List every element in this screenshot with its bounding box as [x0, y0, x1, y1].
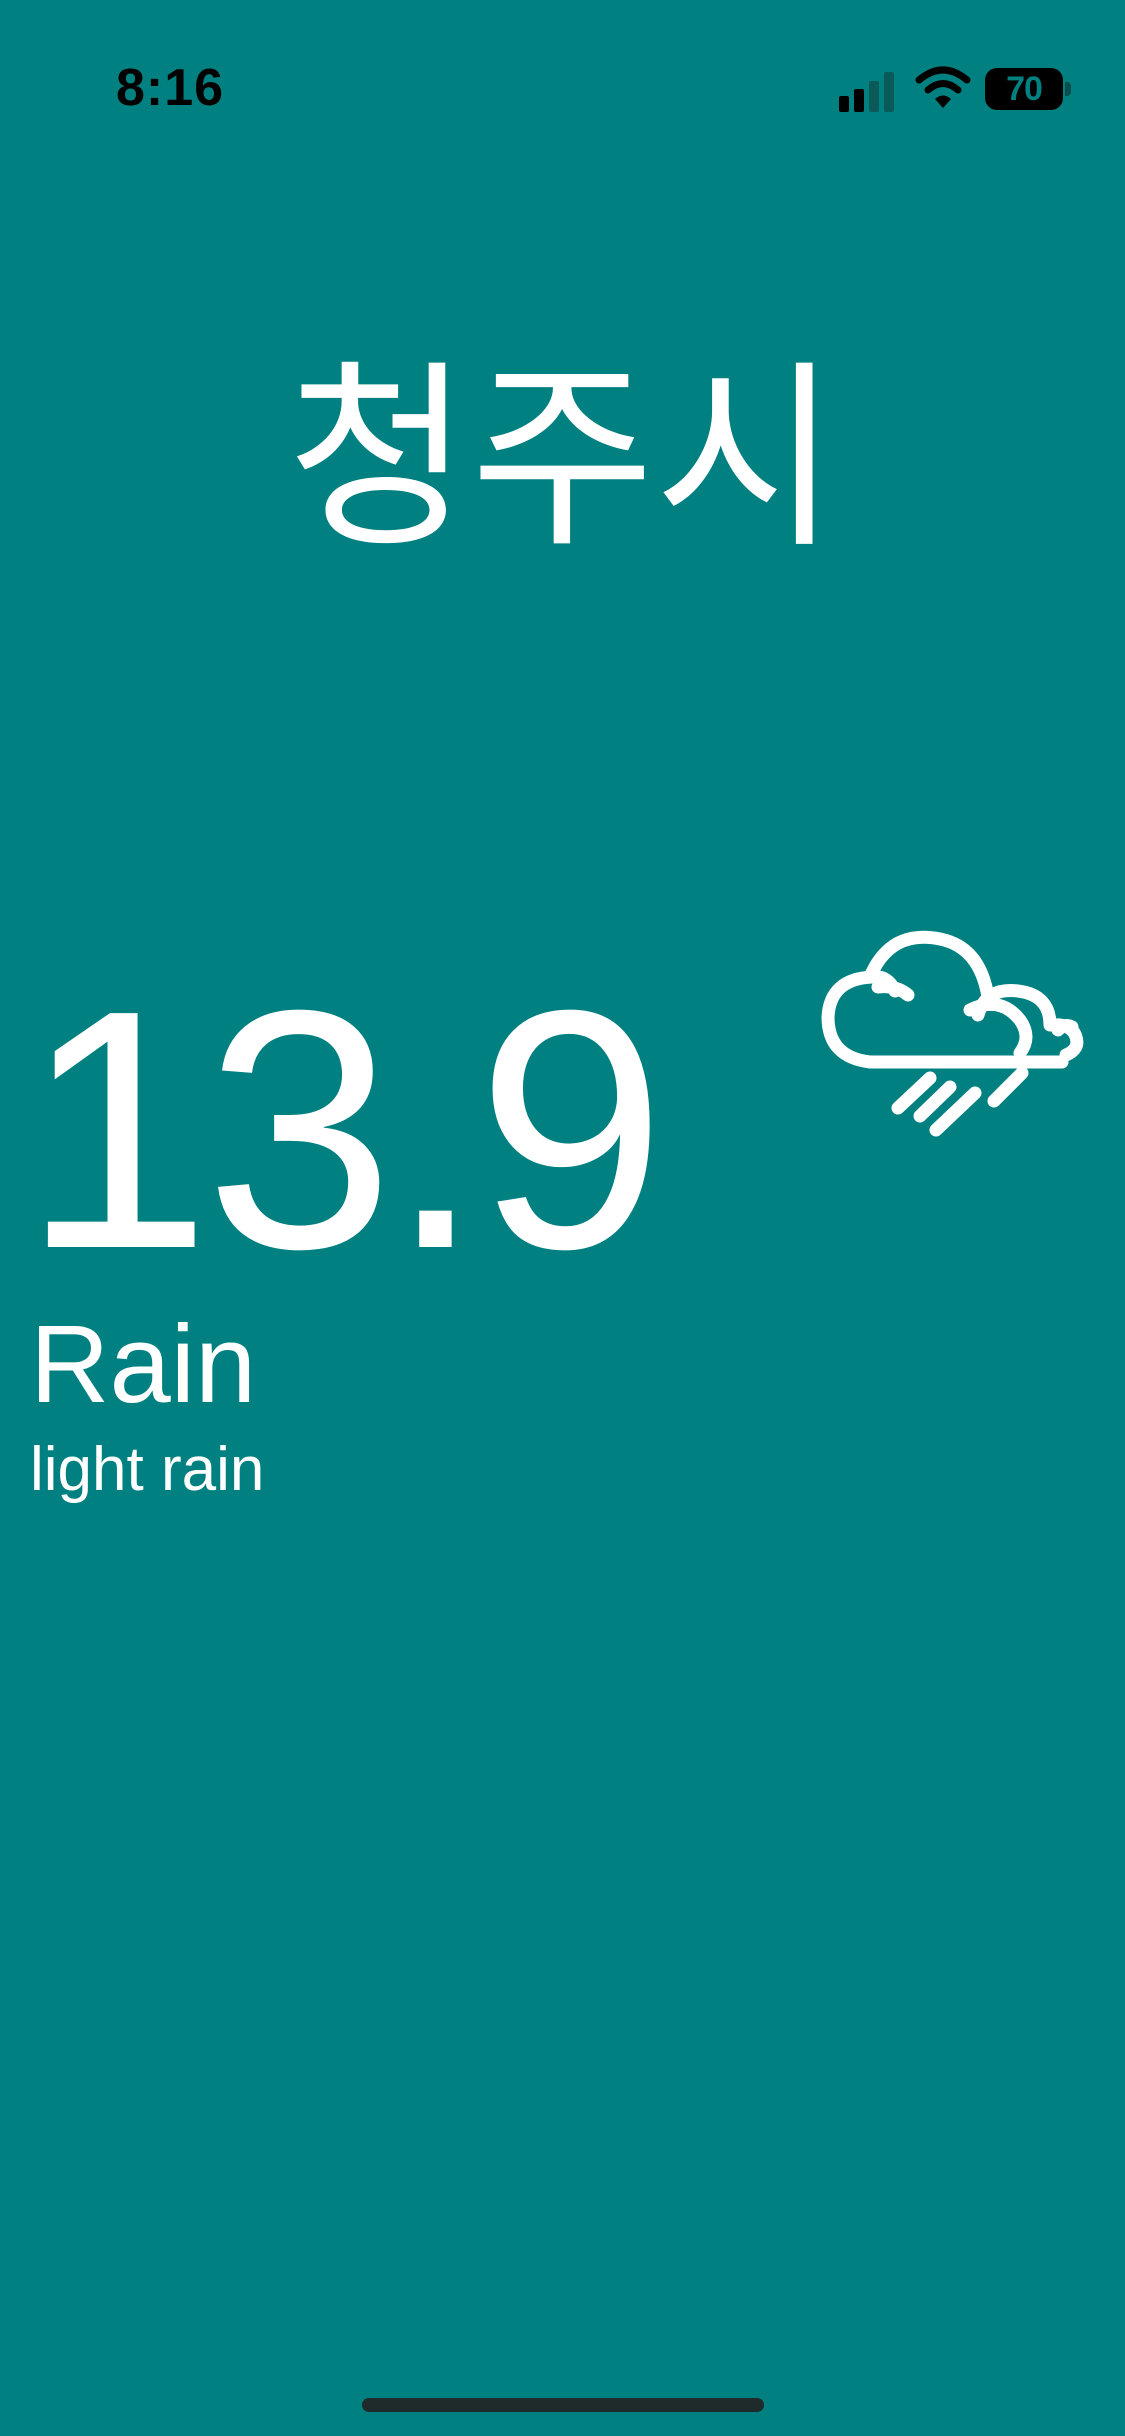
battery-icon: 70 — [985, 68, 1063, 110]
battery-level: 70 — [1006, 70, 1043, 108]
cloud-rain-icon — [821, 930, 1084, 1137]
weather-description: light rain — [30, 1435, 265, 1504]
home-indicator[interactable] — [362, 2398, 764, 2412]
temperature-value: 13.9 — [22, 940, 666, 1320]
weather-screen: 8:16 70 청주시 13.9 Rain light rain — [0, 0, 1125, 2436]
battery-tip — [1065, 82, 1071, 96]
status-bar-right: 70 — [835, 62, 1075, 116]
weather-condition: Rain — [30, 1303, 257, 1426]
city-name: 청주시 — [286, 343, 839, 576]
wifi-icon — [915, 66, 971, 108]
status-time: 8:16 — [116, 59, 225, 117]
cellular-signal-icon — [839, 72, 894, 112]
